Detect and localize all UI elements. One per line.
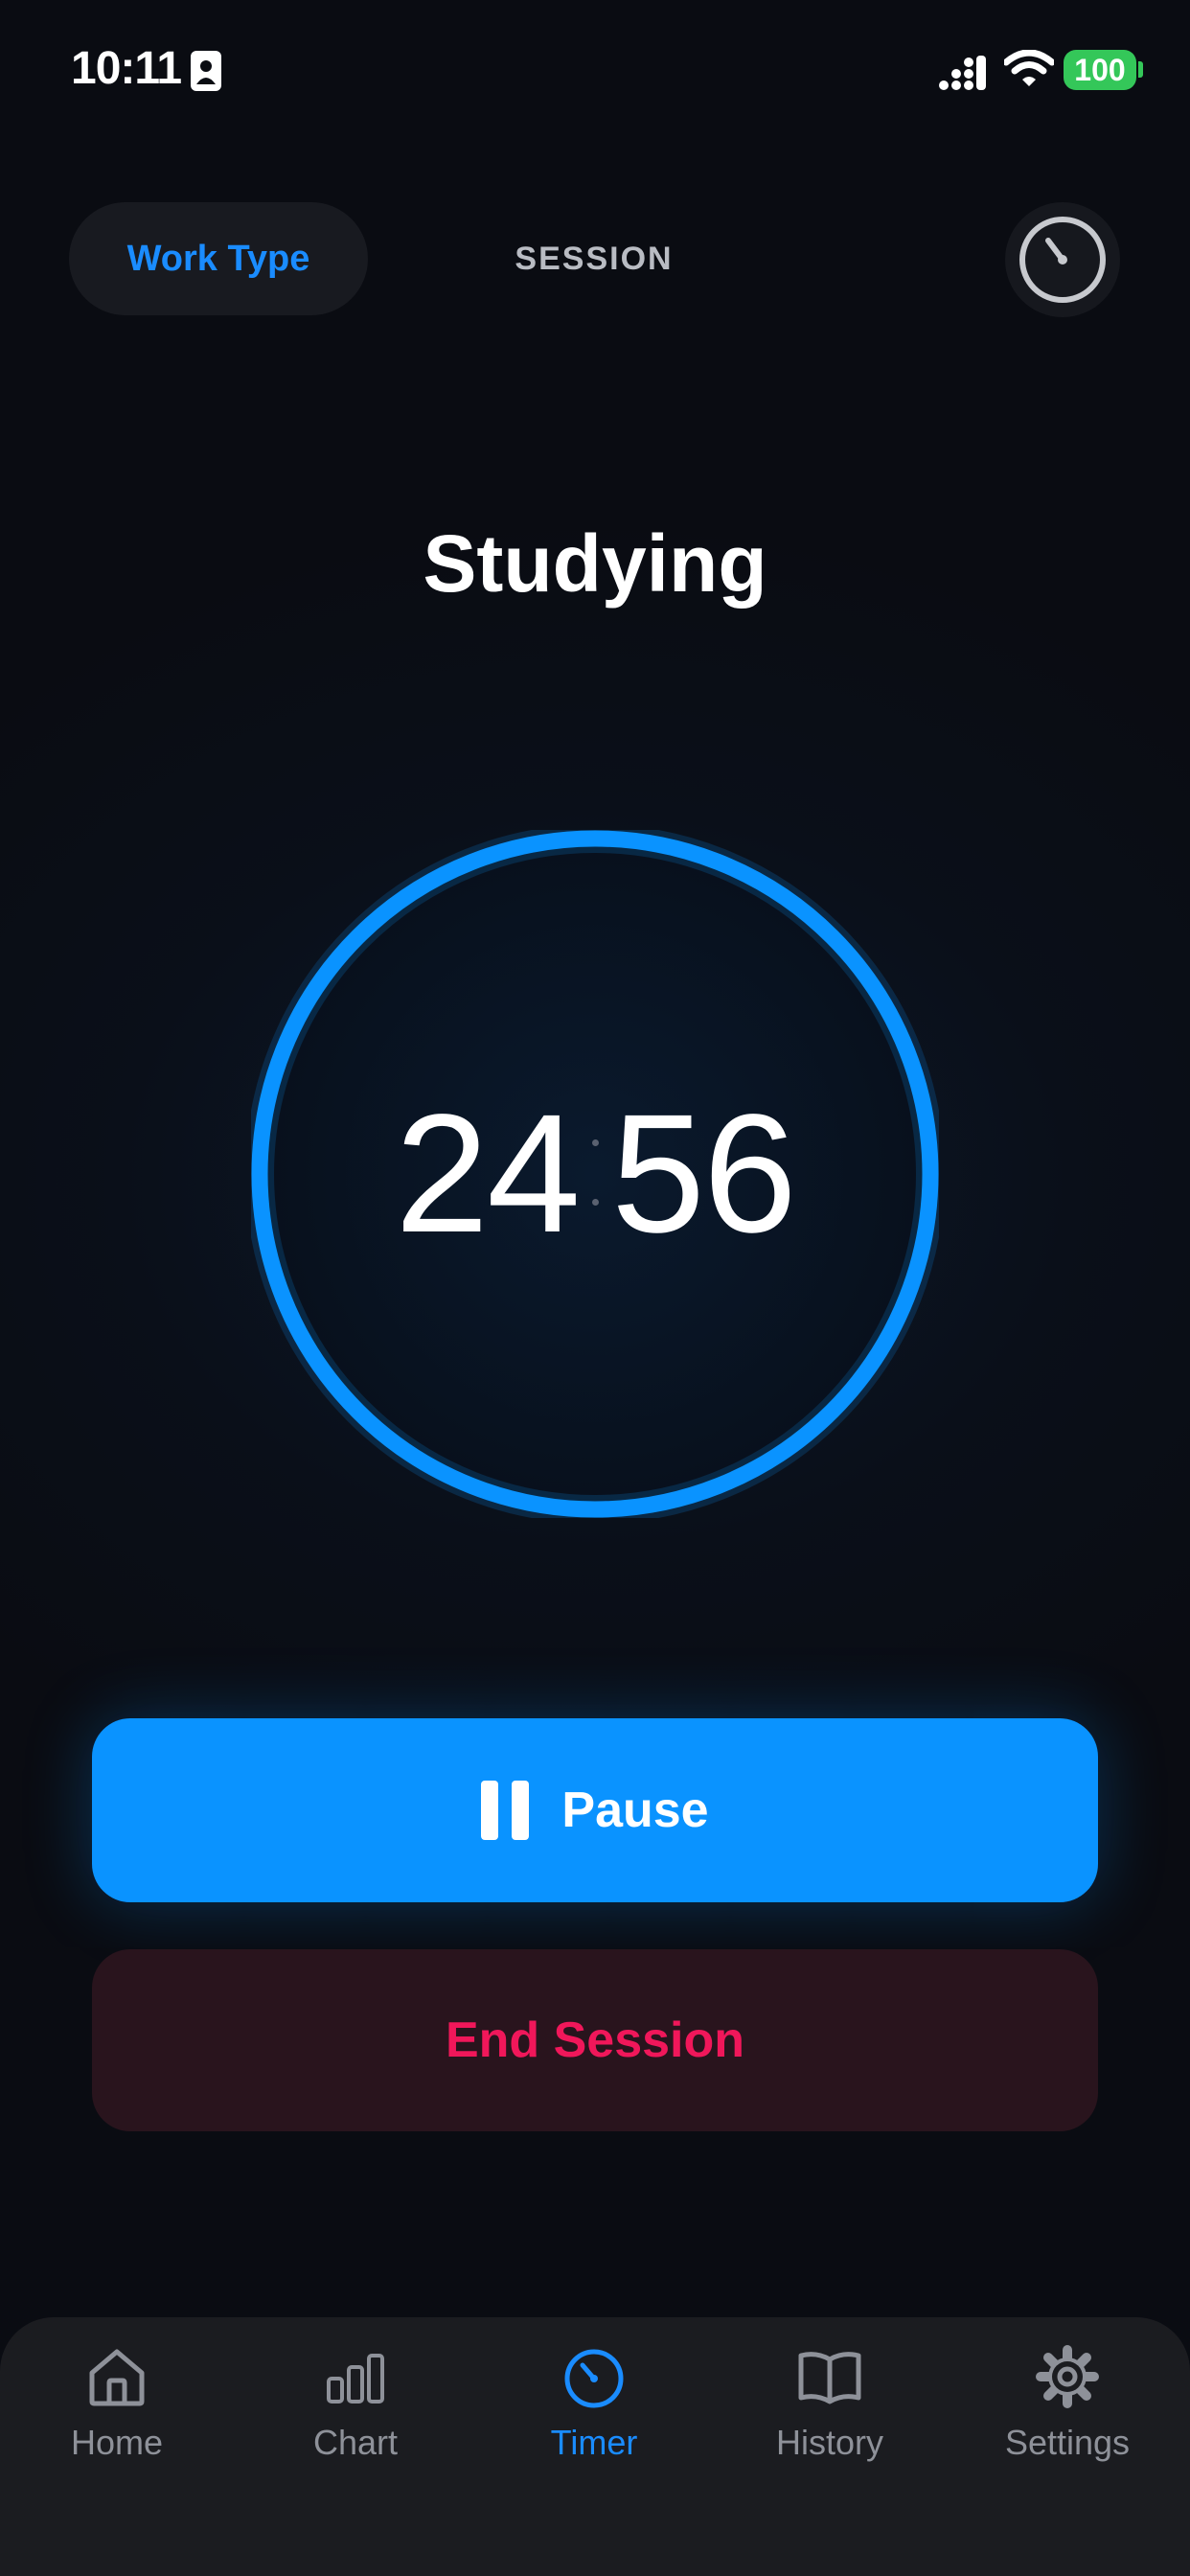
- tab-home[interactable]: Home: [11, 2342, 222, 2496]
- tab-work-type[interactable]: Work Type: [69, 202, 368, 315]
- timer-seconds: 56: [611, 1080, 797, 1268]
- pause-button-label: Pause: [561, 1782, 709, 1838]
- tab-bar: Home Chart Timer History Settings: [0, 2317, 1190, 2576]
- timer-separator: [581, 1126, 609, 1222]
- tab-chart-label: Chart: [312, 2423, 399, 2462]
- work-type-title: Studying: [423, 518, 767, 609]
- tab-history[interactable]: History: [724, 2342, 935, 2496]
- contact-card-icon: [191, 51, 221, 91]
- tab-chart[interactable]: Chart: [250, 2342, 461, 2496]
- tab-home-label: Home: [70, 2423, 164, 2462]
- tab-settings-label: Settings: [1004, 2423, 1131, 2462]
- wifi-icon: [1004, 50, 1054, 86]
- cellular-signal-icon: [939, 56, 986, 90]
- end-session-button[interactable]: End Session: [92, 1949, 1098, 2131]
- battery-tip: [1138, 61, 1143, 78]
- tab-history-label: History: [775, 2423, 883, 2462]
- tab-timer[interactable]: Timer: [489, 2342, 699, 2496]
- timer-dial-icon: [1019, 217, 1106, 303]
- house-icon: [89, 2349, 145, 2406]
- tab-timer-label: Timer: [550, 2423, 638, 2462]
- timer-icon: [564, 2349, 624, 2408]
- book-icon: [798, 2352, 861, 2404]
- pause-button[interactable]: Pause: [92, 1718, 1098, 1902]
- gear-icon: [1036, 2345, 1099, 2408]
- tab-session[interactable]: SESSION: [441, 202, 747, 315]
- timer-display: 24 56: [251, 1064, 939, 1284]
- timer-minutes: 24: [395, 1080, 581, 1268]
- tab-settings[interactable]: Settings: [962, 2342, 1173, 2496]
- timer-mode-button[interactable]: [1005, 202, 1120, 317]
- bar-chart-icon: [327, 2354, 384, 2404]
- pause-icon: [481, 1781, 530, 1840]
- status-bar: 10:11 100: [0, 0, 1190, 144]
- status-time: 10:11: [71, 43, 182, 94]
- battery-icon: 100: [1064, 50, 1136, 90]
